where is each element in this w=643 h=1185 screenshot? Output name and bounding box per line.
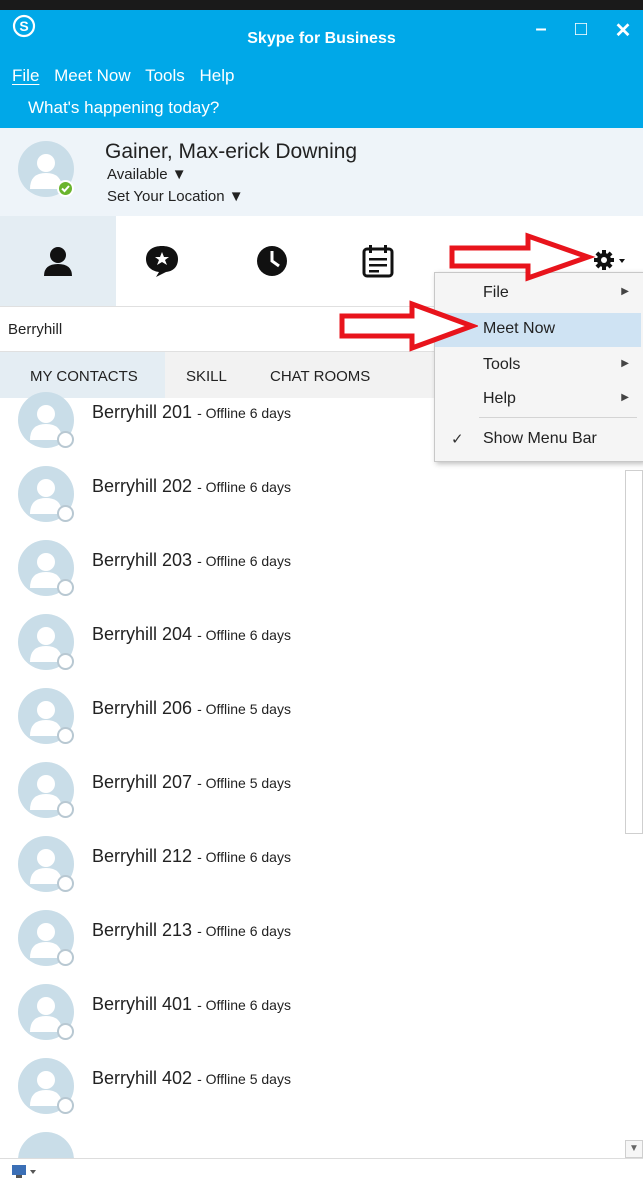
list-item[interactable]: Berryhill 203 - Offline 6 days [0, 536, 625, 602]
chat-icon[interactable] [142, 244, 182, 278]
contacts-icon [44, 247, 72, 276]
gear-icon[interactable] [592, 248, 628, 272]
contact-status: - Offline 5 days [197, 701, 291, 717]
meetings-icon[interactable] [358, 244, 398, 278]
chevron-right-icon: ▶ [621, 392, 629, 403]
list-item[interactable]: Berryhill 212 - Offline 6 days [0, 832, 625, 898]
contact-avatar [18, 1132, 74, 1158]
contact-name: Berryhill 206 [92, 698, 193, 718]
list-item[interactable]: Berryhill 206 - Offline 5 days [0, 684, 625, 750]
chevron-right-icon: ▶ [621, 286, 629, 297]
present-icon[interactable] [12, 1165, 38, 1179]
options-menu-show-menu-bar[interactable]: ✓ Show Menu Bar [435, 423, 641, 457]
contact-status: - Offline 6 days [197, 849, 291, 865]
menu-tools[interactable]: Tools [145, 66, 185, 85]
list-item[interactable]: Berryhill 204 - Offline 6 days [0, 610, 625, 676]
offline-status-icon [57, 875, 74, 892]
contact-status: - Offline 5 days [197, 775, 291, 791]
options-menu-show-menu-bar-label: Show Menu Bar [483, 430, 597, 447]
list-item[interactable]: Berryhill 402 - Offline 5 days [0, 1054, 625, 1120]
chevron-down-icon [619, 259, 625, 263]
contact-name: Berryhill 207 [92, 772, 193, 792]
options-menu-tools-label: Tools [483, 356, 521, 373]
contact-status: - Offline 6 days [197, 923, 291, 939]
note-prompt[interactable]: What's happening today? [28, 98, 219, 118]
offline-status-icon [57, 579, 74, 596]
offline-status-icon [57, 505, 74, 522]
contact-status: - Offline 6 days [197, 997, 291, 1013]
contact-name: Berryhill 201 [92, 402, 193, 422]
contact-name: Berryhill 204 [92, 624, 193, 644]
menu-meet-now[interactable]: Meet Now [54, 66, 131, 85]
tab-skill[interactable]: SKILL [186, 368, 227, 385]
contact-status: - Offline 5 days [197, 1071, 291, 1087]
offline-status-icon [57, 949, 74, 966]
menu-help[interactable]: Help [200, 66, 235, 85]
contact-name: Berryhill 213 [92, 920, 193, 940]
profile-name: Gainer, Max-erick Downing [105, 140, 358, 163]
title-area: S Skype for Business – □ ✕ File Meet Now… [0, 10, 643, 128]
options-menu-tools[interactable]: Tools ▶ [435, 349, 641, 383]
window-top-edge [0, 0, 643, 10]
offline-status-icon [57, 653, 74, 670]
contact-status: - Offline 6 days [197, 405, 291, 421]
location-dropdown[interactable]: Set Your Location ▼ [107, 188, 244, 205]
list-item-partial[interactable] [0, 1128, 625, 1158]
profile-panel: Gainer, Max-erick Downing Available ▼ Se… [0, 128, 643, 217]
options-menu-file-label: File [483, 284, 509, 301]
options-menu-meet-now-label: Meet Now [483, 320, 556, 337]
contact-name: Berryhill 203 [92, 550, 193, 570]
offline-status-icon [57, 431, 74, 448]
contact-status: - Offline 6 days [197, 479, 291, 495]
offline-status-icon [57, 1097, 74, 1114]
options-menu-help[interactable]: Help ▶ [435, 383, 641, 417]
contact-name: Berryhill 212 [92, 846, 193, 866]
status-bar [0, 1158, 643, 1185]
close-button[interactable]: ✕ [610, 18, 636, 43]
tab-my-contacts-label: MY CONTACTS [30, 368, 138, 385]
contact-status: - Offline 6 days [197, 627, 291, 643]
contact-name: Berryhill 401 [92, 994, 193, 1014]
annotation-arrow-icon [339, 300, 478, 352]
offline-status-icon [57, 801, 74, 818]
menu-file[interactable]: File [12, 66, 39, 85]
list-item[interactable]: Berryhill 401 - Offline 6 days [0, 980, 625, 1046]
scroll-down-button[interactable]: ▼ [625, 1140, 643, 1158]
maximize-button[interactable]: □ [568, 18, 594, 41]
tab-contacts[interactable] [0, 216, 116, 306]
availability-dropdown[interactable]: Available ▼ [107, 166, 187, 183]
list-item[interactable]: Berryhill 207 - Offline 5 days [0, 758, 625, 824]
contact-name: Berryhill 402 [92, 1068, 193, 1088]
chevron-right-icon: ▶ [621, 358, 629, 369]
contact-status: - Offline 6 days [197, 553, 291, 569]
annotation-arrow-icon [449, 232, 596, 282]
menu-bar: File Meet Now Tools Help [12, 66, 244, 86]
contact-name: Berryhill 202 [92, 476, 193, 496]
available-status-icon [57, 180, 74, 197]
offline-status-icon [57, 727, 74, 744]
history-icon[interactable] [252, 244, 292, 278]
list-item[interactable]: Berryhill 213 - Offline 6 days [0, 906, 625, 972]
options-menu-help-label: Help [483, 390, 516, 407]
scrollbar-track[interactable] [625, 470, 643, 834]
menu-separator [479, 417, 637, 418]
search-input[interactable]: Berryhill [8, 321, 62, 338]
offline-status-icon [57, 1023, 74, 1040]
checkmark-icon: ✓ [451, 431, 464, 448]
list-item[interactable]: Berryhill 202 - Offline 6 days [0, 462, 625, 528]
tab-chat-rooms[interactable]: CHAT ROOMS [270, 368, 370, 385]
minimize-button[interactable]: – [528, 18, 554, 41]
